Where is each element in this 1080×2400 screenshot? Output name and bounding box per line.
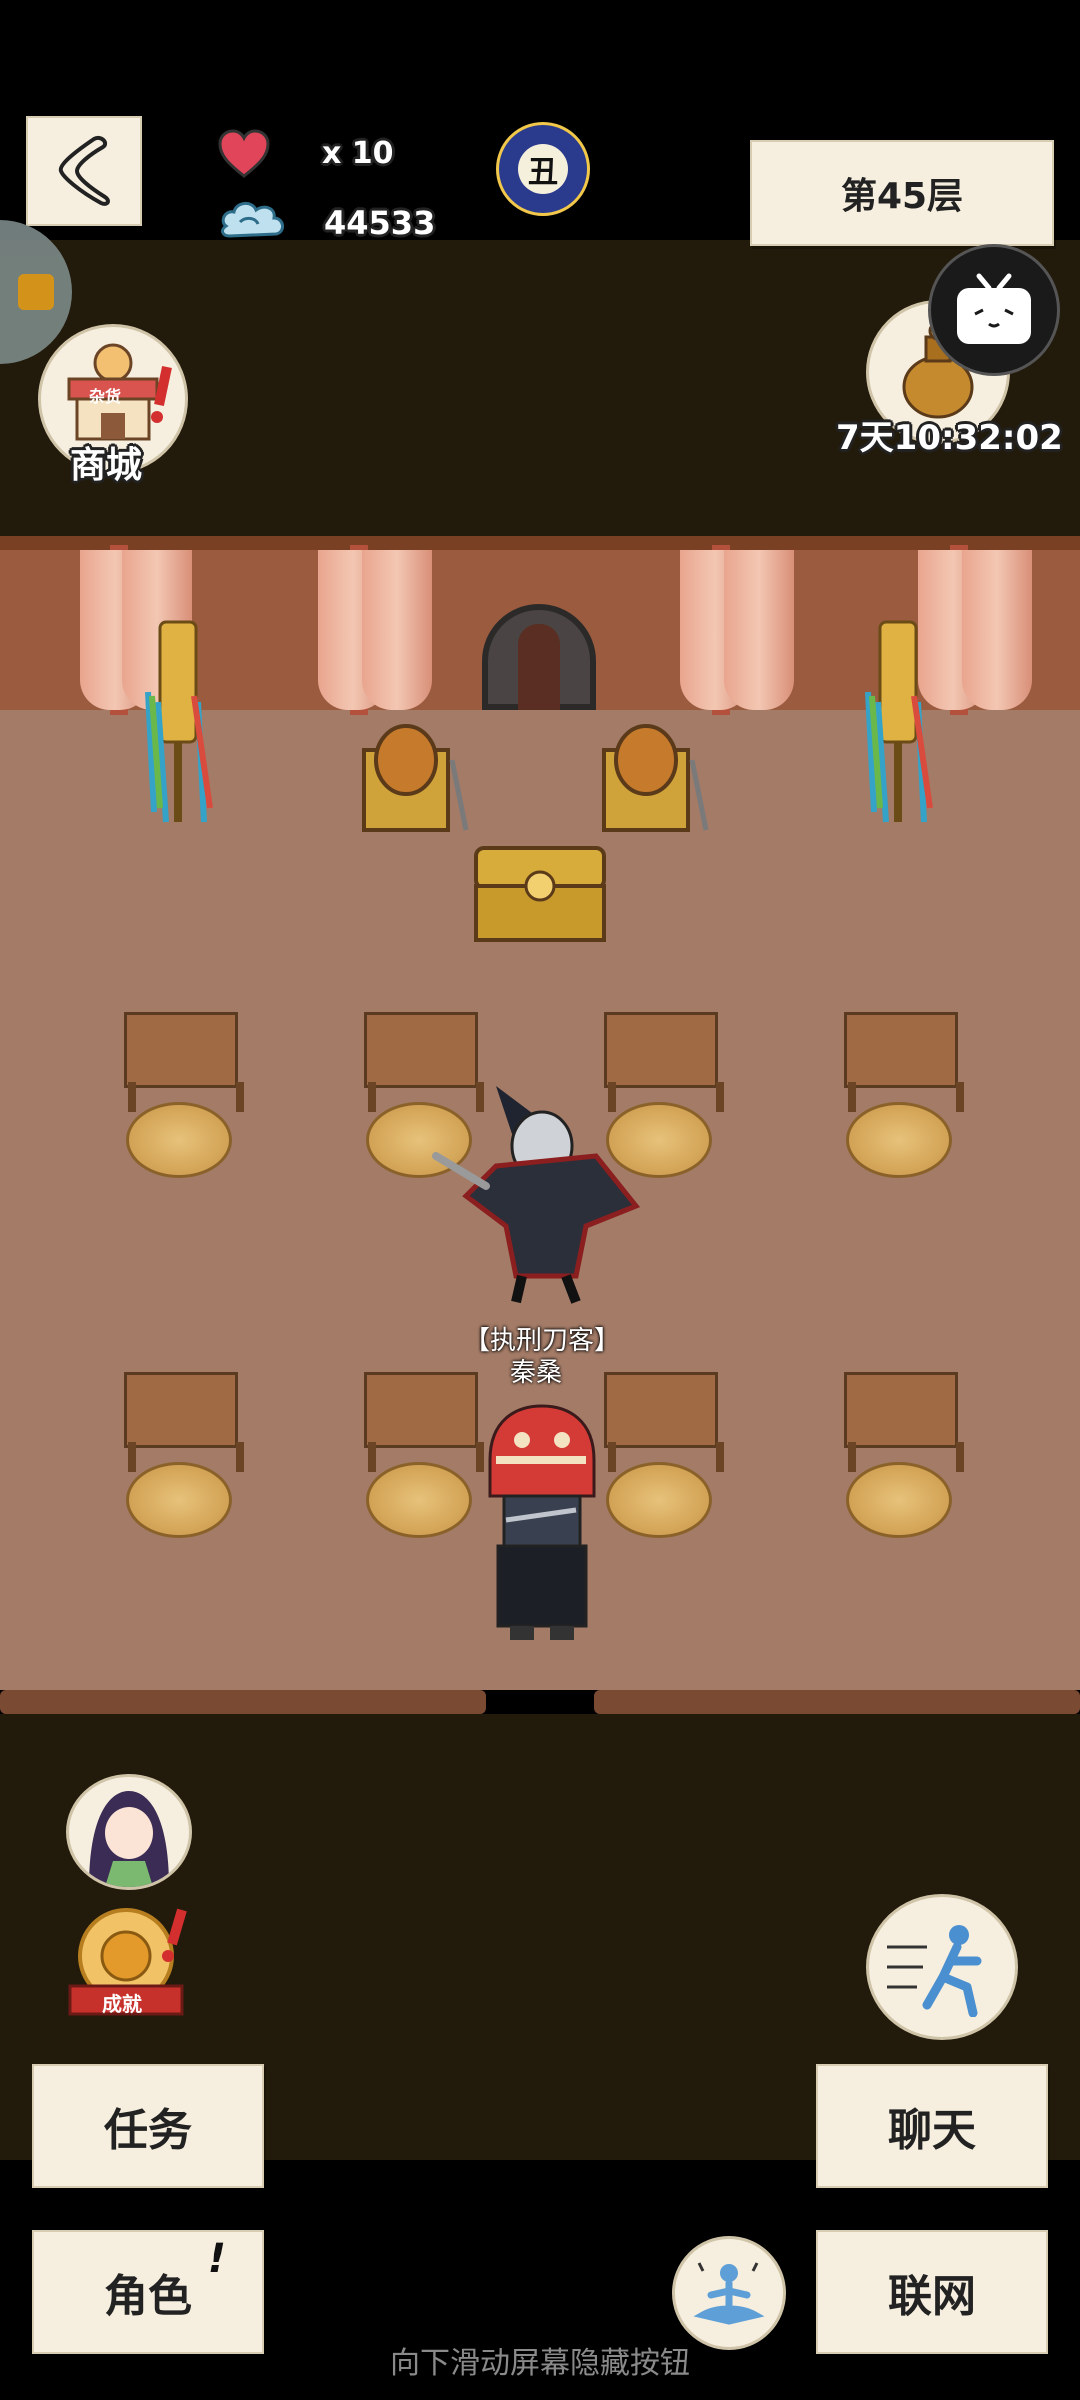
floor-label: 第45层 xyxy=(750,140,1054,246)
room-bottom-wall-left xyxy=(0,1690,486,1714)
girl-portrait-icon xyxy=(89,1791,169,1887)
lives-count: x 10 xyxy=(322,136,394,171)
curtain-right-4 xyxy=(962,550,1032,710)
npc-name: 秦桑 xyxy=(510,1358,563,1388)
role-button[interactable]: 角色 ! xyxy=(32,2230,264,2354)
meditation-icon xyxy=(693,2262,765,2325)
shop-sign: 杂货 xyxy=(89,387,122,406)
back-button[interactable] xyxy=(26,116,142,226)
shop-label: 商城 xyxy=(70,445,143,486)
currency-count: 44533 xyxy=(324,204,436,242)
table-1 xyxy=(124,1012,238,1088)
chevron-left-icon xyxy=(58,136,110,206)
table-4 xyxy=(844,1012,958,1088)
table-6 xyxy=(364,1372,478,1448)
room-bottom-wall-right xyxy=(594,1690,1080,1714)
chat-button[interactable]: 聊天 xyxy=(816,2064,1048,2188)
cushion-6 xyxy=(366,1462,472,1538)
cushion-5 xyxy=(126,1462,232,1538)
curtain-right-2 xyxy=(724,550,794,710)
online-button[interactable]: 联网 xyxy=(816,2230,1048,2354)
throne-right xyxy=(602,724,709,832)
cushion-4 xyxy=(846,1102,952,1178)
player-character[interactable] xyxy=(476,1400,606,1650)
time-badge-text: 丑 xyxy=(528,155,558,190)
cloud-currency-icon xyxy=(221,202,284,238)
tv-mascot-button[interactable] xyxy=(928,244,1060,376)
cushion-8 xyxy=(846,1462,952,1538)
role-alert-mark: ! xyxy=(207,2236,226,2282)
tv-mascot-icon xyxy=(957,273,1031,344)
cushion-7 xyxy=(606,1462,712,1538)
achievement-button[interactable]: 成就 xyxy=(64,1900,196,2020)
hide-buttons-hint: 向下滑动屏幕隐藏按钮 xyxy=(390,2346,690,2381)
treasure-chest[interactable] xyxy=(470,838,610,948)
prayer-wheel-right xyxy=(865,620,933,823)
achievement-label: 成就 xyxy=(102,1992,142,2016)
npc-executioner[interactable] xyxy=(426,1076,662,1306)
event-timer: 7天10:32:02 xyxy=(836,418,1063,458)
table-7 xyxy=(604,1372,718,1448)
table-8 xyxy=(844,1372,958,1448)
role-button-label: 角色 xyxy=(104,2271,192,2322)
heart-icon xyxy=(218,129,270,178)
meditate-button[interactable] xyxy=(672,2236,786,2350)
prayer-wheel-left xyxy=(145,620,213,823)
run-toggle-button[interactable] xyxy=(866,1894,1018,2040)
task-button[interactable]: 任务 xyxy=(32,2064,264,2188)
round-door[interactable] xyxy=(482,604,596,710)
running-man-icon xyxy=(887,1925,982,2017)
table-5 xyxy=(124,1372,238,1448)
throne-left xyxy=(362,724,469,832)
companion-avatar[interactable] xyxy=(66,1774,192,1890)
curtain-left-4 xyxy=(362,550,432,710)
cushion-1 xyxy=(126,1102,232,1178)
time-of-day-badge: 丑 xyxy=(496,122,590,216)
